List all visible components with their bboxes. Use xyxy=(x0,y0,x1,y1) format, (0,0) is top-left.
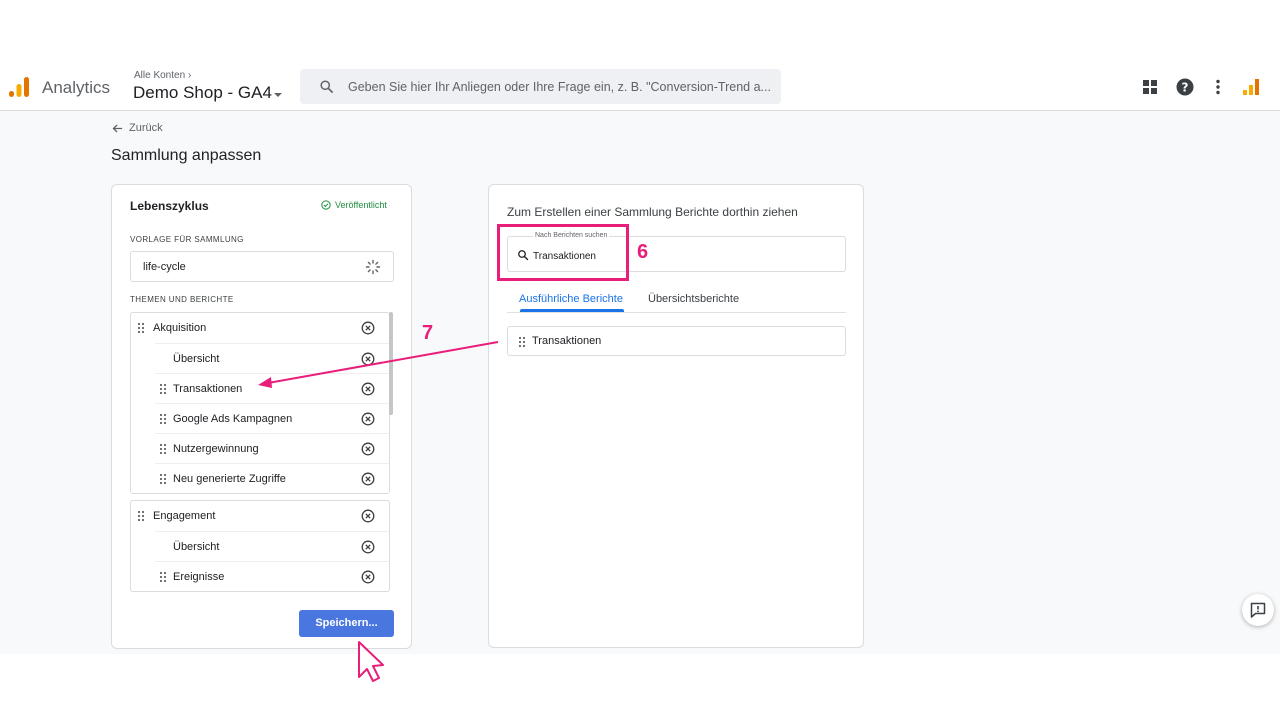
feedback-button[interactable] xyxy=(1242,594,1274,626)
analytics-logo-icon[interactable] xyxy=(8,76,30,98)
top-blank-band xyxy=(0,0,1280,62)
feedback-icon xyxy=(1250,602,1266,618)
list-scrollbar[interactable] xyxy=(389,312,393,415)
remove-icon[interactable] xyxy=(361,352,375,366)
drag-handle-icon[interactable] xyxy=(159,571,167,583)
drag-handle-icon[interactable] xyxy=(518,336,526,348)
account-breadcrumb[interactable]: Alle Konten › xyxy=(134,70,191,81)
save-button[interactable]: Speichern... xyxy=(299,610,394,637)
library-title: Zum Erstellen einer Sammlung Berichte do… xyxy=(507,205,798,219)
report-row[interactable]: Nutzergewinnung xyxy=(155,433,389,463)
app-header: Analytics Alle Konten › Demo Shop - GA4 … xyxy=(0,62,1280,111)
status-label: Veröffentlicht xyxy=(335,200,387,210)
chevron-right-icon: › xyxy=(187,70,192,81)
drag-handle-icon[interactable] xyxy=(159,413,167,425)
analytics-logo-icon[interactable] xyxy=(1241,77,1261,97)
report-row[interactable]: Übersicht xyxy=(155,343,389,373)
caret-down-icon[interactable] xyxy=(274,93,282,97)
report-label: Nutzergewinnung xyxy=(173,443,259,455)
search-highlight-box xyxy=(497,224,629,281)
topics-section-label: THEMEN UND BERICHTE xyxy=(130,295,234,304)
back-link[interactable]: Zurück xyxy=(112,122,163,134)
tab-overview-reports[interactable]: Übersichtsberichte xyxy=(648,293,739,305)
remove-icon[interactable] xyxy=(361,321,375,335)
remove-icon[interactable] xyxy=(361,509,375,523)
arrow-back-icon xyxy=(112,124,123,132)
report-label: Ereignisse xyxy=(173,571,225,583)
more-vert-icon[interactable] xyxy=(1208,77,1228,97)
app-name: Analytics xyxy=(42,78,111,97)
drag-handle-icon[interactable] xyxy=(159,383,167,395)
report-row[interactable]: Transaktionen xyxy=(155,373,389,403)
account-breadcrumb-label: Alle Konten xyxy=(134,70,186,81)
topic-row[interactable]: Akquisition xyxy=(131,313,389,343)
report-label: Google Ads Kampagnen xyxy=(173,413,293,425)
property-selector[interactable]: Demo Shop - GA4 xyxy=(133,83,272,103)
bottom-blank-band xyxy=(0,654,1280,720)
step-7-label: 7 xyxy=(422,322,434,344)
report-row[interactable]: Neu generierte Zugriffe xyxy=(155,463,389,493)
status-badge: Veröffentlicht xyxy=(321,200,387,210)
template-section-label: VORLAGE FÜR SAMMLUNG xyxy=(130,235,244,244)
apps-grid-icon[interactable] xyxy=(1140,77,1160,97)
remove-icon[interactable] xyxy=(361,472,375,486)
topic-label: Engagement xyxy=(153,510,216,522)
remove-icon[interactable] xyxy=(361,382,375,396)
help-icon[interactable]: ? xyxy=(1175,77,1195,97)
drag-handle-icon[interactable] xyxy=(137,322,145,334)
remove-icon[interactable] xyxy=(361,540,375,554)
collection-name: Lebenszyklus xyxy=(130,199,209,213)
report-row[interactable]: Google Ads Kampagnen xyxy=(155,403,389,433)
tabs-divider xyxy=(507,312,846,313)
topics-list[interactable]: Akquisition Übersicht Transaktionen Goog… xyxy=(130,312,397,592)
template-field[interactable]: life-cycle xyxy=(130,251,394,282)
tab-detail-reports[interactable]: Ausführliche Berichte xyxy=(519,293,623,305)
report-label: Übersicht xyxy=(173,353,220,365)
topic-group[interactable]: Engagement Übersicht Ereignisse xyxy=(130,500,390,592)
report-result-item[interactable]: Transaktionen xyxy=(507,326,846,356)
collection-editor-card: Lebenszyklus Veröffentlicht VORLAGE FÜR … xyxy=(111,184,412,649)
search-icon xyxy=(320,80,333,93)
report-result-label: Transaktionen xyxy=(532,335,602,347)
report-label: Transaktionen xyxy=(173,383,243,395)
back-label: Zurück xyxy=(129,122,163,134)
step-6-label: 6 xyxy=(637,241,649,263)
loading-sparkle-icon xyxy=(365,259,381,275)
search-placeholder[interactable]: Geben Sie hier Ihr Anliegen oder Ihre Fr… xyxy=(348,80,771,94)
report-label: Neu generierte Zugriffe xyxy=(173,473,286,485)
topic-group[interactable]: Akquisition Übersicht Transaktionen Goog… xyxy=(130,312,390,494)
remove-icon[interactable] xyxy=(361,570,375,584)
report-label: Übersicht xyxy=(173,541,220,553)
main-content: Zurück Sammlung anpassen Lebenszyklus Ve… xyxy=(0,111,1280,654)
report-row[interactable]: Übersicht xyxy=(155,531,389,561)
remove-icon[interactable] xyxy=(361,412,375,426)
drag-handle-icon[interactable] xyxy=(137,510,145,522)
page-title: Sammlung anpassen xyxy=(111,147,262,164)
topic-row[interactable]: Engagement xyxy=(131,501,389,531)
remove-icon[interactable] xyxy=(361,442,375,456)
template-value: life-cycle xyxy=(143,261,186,273)
drag-handle-icon[interactable] xyxy=(159,443,167,455)
topic-label: Akquisition xyxy=(153,322,207,334)
check-circle-icon xyxy=(321,200,331,210)
global-search[interactable]: Geben Sie hier Ihr Anliegen oder Ihre Fr… xyxy=(300,69,781,104)
svg-text:?: ? xyxy=(1182,81,1189,95)
drag-handle-icon[interactable] xyxy=(159,473,167,485)
report-row[interactable]: Ereignisse xyxy=(155,561,389,591)
